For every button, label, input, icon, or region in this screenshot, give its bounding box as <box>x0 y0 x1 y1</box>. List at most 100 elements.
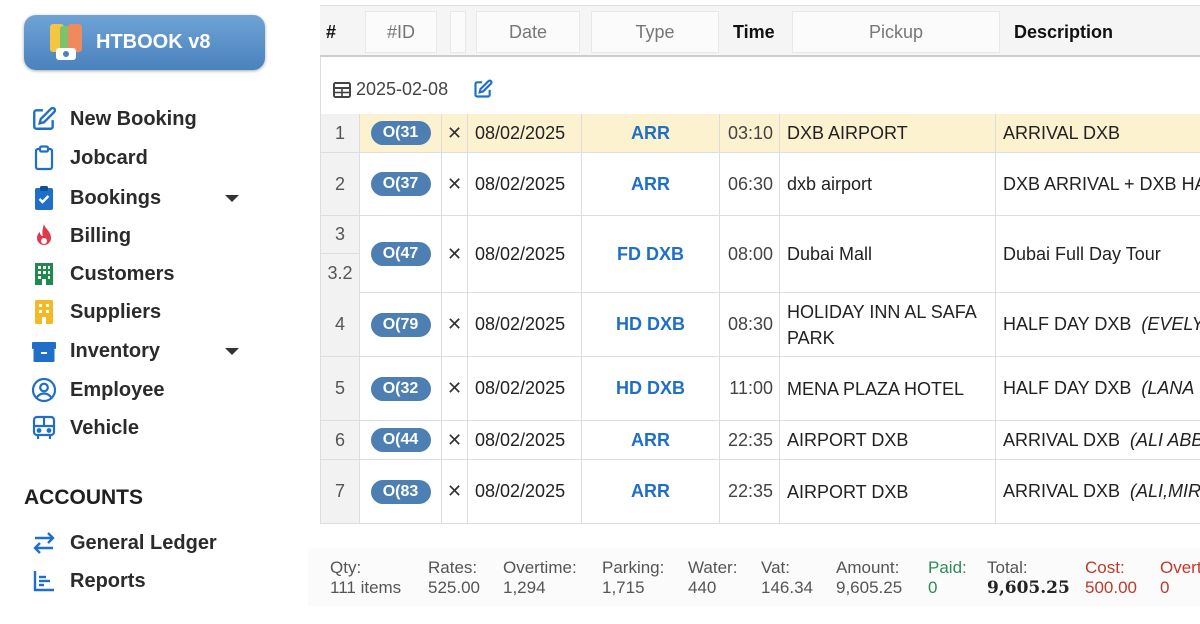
nav-item-new-booking[interactable]: New Booking <box>30 102 260 136</box>
booking-id-cell: O(83 <box>360 460 442 523</box>
close-icon[interactable]: ✕ <box>442 460 468 523</box>
column-header-id[interactable]: #ID <box>365 11 437 53</box>
table-row[interactable]: 7 O(83 ✕ 08/02/2025 ARR 22:35 AIRPORT DX… <box>320 460 1200 524</box>
description-text: DXB ARRIVAL + DXB HA <box>1003 173 1200 194</box>
booking-id-badge[interactable]: O(32 <box>370 376 431 401</box>
total-value: 111 items <box>330 578 402 597</box>
user-circle-icon <box>30 376 58 404</box>
date-cell: 08/02/2025 <box>468 293 582 356</box>
description-note: (EVELYI <box>1141 314 1200 334</box>
column-header-type[interactable]: Type <box>591 11 719 53</box>
description-note: (ALI,MIR <box>1130 481 1200 501</box>
total-value: 440 <box>688 578 717 597</box>
app-brand-button[interactable]: HTBOOK v8 <box>24 15 265 70</box>
total-rates: Rates: 525.00 <box>428 558 480 598</box>
bus-icon <box>30 414 58 442</box>
nav-item-reports[interactable]: Reports <box>30 564 260 598</box>
nav-item-jobcard[interactable]: Jobcard <box>30 141 260 175</box>
close-icon[interactable]: ✕ <box>442 114 468 152</box>
table-row[interactable]: 5 O(32 ✕ 08/02/2025 HD DXB 11:00 MENA PL… <box>320 357 1200 421</box>
table-row[interactable]: 4 O(79 ✕ 08/02/2025 HD DXB 08:30 HOLIDAY… <box>320 293 1200 357</box>
time-cell: 22:35 <box>720 421 780 459</box>
nav-item-suppliers[interactable]: Suppliers <box>30 295 260 329</box>
nav-item-billing[interactable]: Billing <box>30 219 260 253</box>
nav-item-general-ledger[interactable]: General Ledger <box>30 526 260 560</box>
total-label: Total: <box>987 558 1028 577</box>
booking-id-badge[interactable]: O(31 <box>370 121 431 145</box>
total-label: Overt <box>1160 558 1200 577</box>
type-cell[interactable]: HD DXB <box>582 357 720 420</box>
column-header-date[interactable]: Date <box>476 11 580 53</box>
row-number: 3 <box>320 216 360 254</box>
close-icon[interactable]: ✕ <box>442 216 468 292</box>
nav-label: Customers <box>70 262 175 285</box>
close-icon[interactable]: ✕ <box>442 153 468 215</box>
nav-item-bookings[interactable]: Bookings <box>30 181 260 215</box>
nav-label: Reports <box>70 569 146 592</box>
column-header-num[interactable]: # <box>326 11 356 53</box>
column-header-description[interactable]: Description <box>1014 11 1194 53</box>
date-cell: 08/02/2025 <box>468 153 582 215</box>
table-row[interactable]: 3 3.2 O(47 ✕ 08/02/2025 FD DXB 08:00 Dub… <box>320 216 1200 293</box>
sidebar: HTBOOK v8 New Booking Jobcard Bookings B… <box>0 0 300 624</box>
total-vat: Vat: 146.34 <box>761 558 813 598</box>
app-name: HTBOOK v8 <box>96 31 211 53</box>
total-label: Water: <box>688 558 738 577</box>
table-row[interactable]: 2 O(37 ✕ 08/02/2025 ARR 06:30 dxb airpor… <box>320 153 1200 216</box>
type-cell[interactable]: FD DXB <box>582 216 720 292</box>
time-cell: 08:00 <box>720 216 780 292</box>
column-header-select[interactable] <box>450 11 466 53</box>
total-value: 0 <box>928 578 938 597</box>
booking-id-cell: O(31 <box>360 114 442 152</box>
description-text: HALF DAY DXB <box>1003 314 1132 334</box>
table-row[interactable]: 6 O(44 ✕ 08/02/2025 ARR 22:35 AIRPORT DX… <box>320 421 1200 460</box>
row-number: 6 <box>320 421 360 459</box>
total-overtime-cost: Overt 0 <box>1160 558 1200 598</box>
nav-item-customers[interactable]: Customers <box>30 257 260 291</box>
totals-footer: Qty: 111 items Rates: 525.00 Overtime: 1,29… <box>308 548 1200 606</box>
chevron-down-icon[interactable] <box>225 195 239 202</box>
type-cell[interactable]: ARR <box>582 460 720 523</box>
total-value: 525.00 <box>428 578 480 597</box>
total-value: 9,605.25 <box>987 578 1070 598</box>
type-cell[interactable]: ARR <box>582 153 720 215</box>
total-label: Rates: <box>428 558 478 577</box>
booking-id-badge[interactable]: O(83 <box>370 479 431 504</box>
type-cell[interactable]: HD DXB <box>582 293 720 356</box>
nav-item-inventory[interactable]: Inventory <box>30 334 260 368</box>
booking-id-badge[interactable]: O(79 <box>370 312 431 337</box>
edit-icon[interactable] <box>473 79 493 99</box>
time-cell: 08:30 <box>720 293 780 356</box>
column-header-time[interactable]: Time <box>733 11 793 53</box>
booking-id-badge[interactable]: O(44 <box>370 428 431 452</box>
description-text: ARRIVAL DXB <box>1003 429 1121 450</box>
close-icon[interactable]: ✕ <box>442 421 468 459</box>
chevron-down-icon[interactable] <box>225 348 239 355</box>
close-icon[interactable]: ✕ <box>442 357 468 420</box>
description-cell: DXB ARRIVAL + DXB HA <box>996 153 1200 215</box>
booking-id-cell: O(79 <box>360 293 442 356</box>
nav-label: Bookings <box>70 186 162 209</box>
description-text: ARRIVAL DXB <box>1003 122 1121 143</box>
row-number: 7 <box>320 460 360 523</box>
booking-id-badge[interactable]: O(47 <box>370 242 431 266</box>
description-text: ARRIVAL DXB <box>1003 481 1121 501</box>
total-cost: Cost: 500.00 <box>1085 558 1137 598</box>
close-icon[interactable]: ✕ <box>442 293 468 356</box>
type-cell[interactable]: ARR <box>582 114 720 152</box>
table-row[interactable]: 1 O(31 ✕ 08/02/2025 ARR 03:10 DXB AIRPOR… <box>320 114 1200 153</box>
date-group-row: 2025-02-08 <box>320 57 1200 114</box>
building-icon <box>30 260 58 288</box>
booking-id-badge[interactable]: O(37 <box>370 172 431 196</box>
accounts-section-title: ACCOUNTS <box>24 486 143 509</box>
pickup-cell: MENA PLAZA HOTEL <box>780 357 996 420</box>
app-logo-icon <box>50 24 82 60</box>
nav-item-employee[interactable]: Employee <box>30 373 260 407</box>
date-cell: 08/02/2025 <box>468 421 582 459</box>
description-text: Dubai Full Day Tour <box>1003 243 1161 264</box>
nav-item-vehicle[interactable]: Vehicle <box>30 411 260 445</box>
column-header-pickup[interactable]: Pickup <box>792 11 1000 53</box>
fire-icon <box>30 222 58 250</box>
total-overtime: Overtime: 1,294 <box>503 558 577 598</box>
type-cell[interactable]: ARR <box>582 421 720 459</box>
